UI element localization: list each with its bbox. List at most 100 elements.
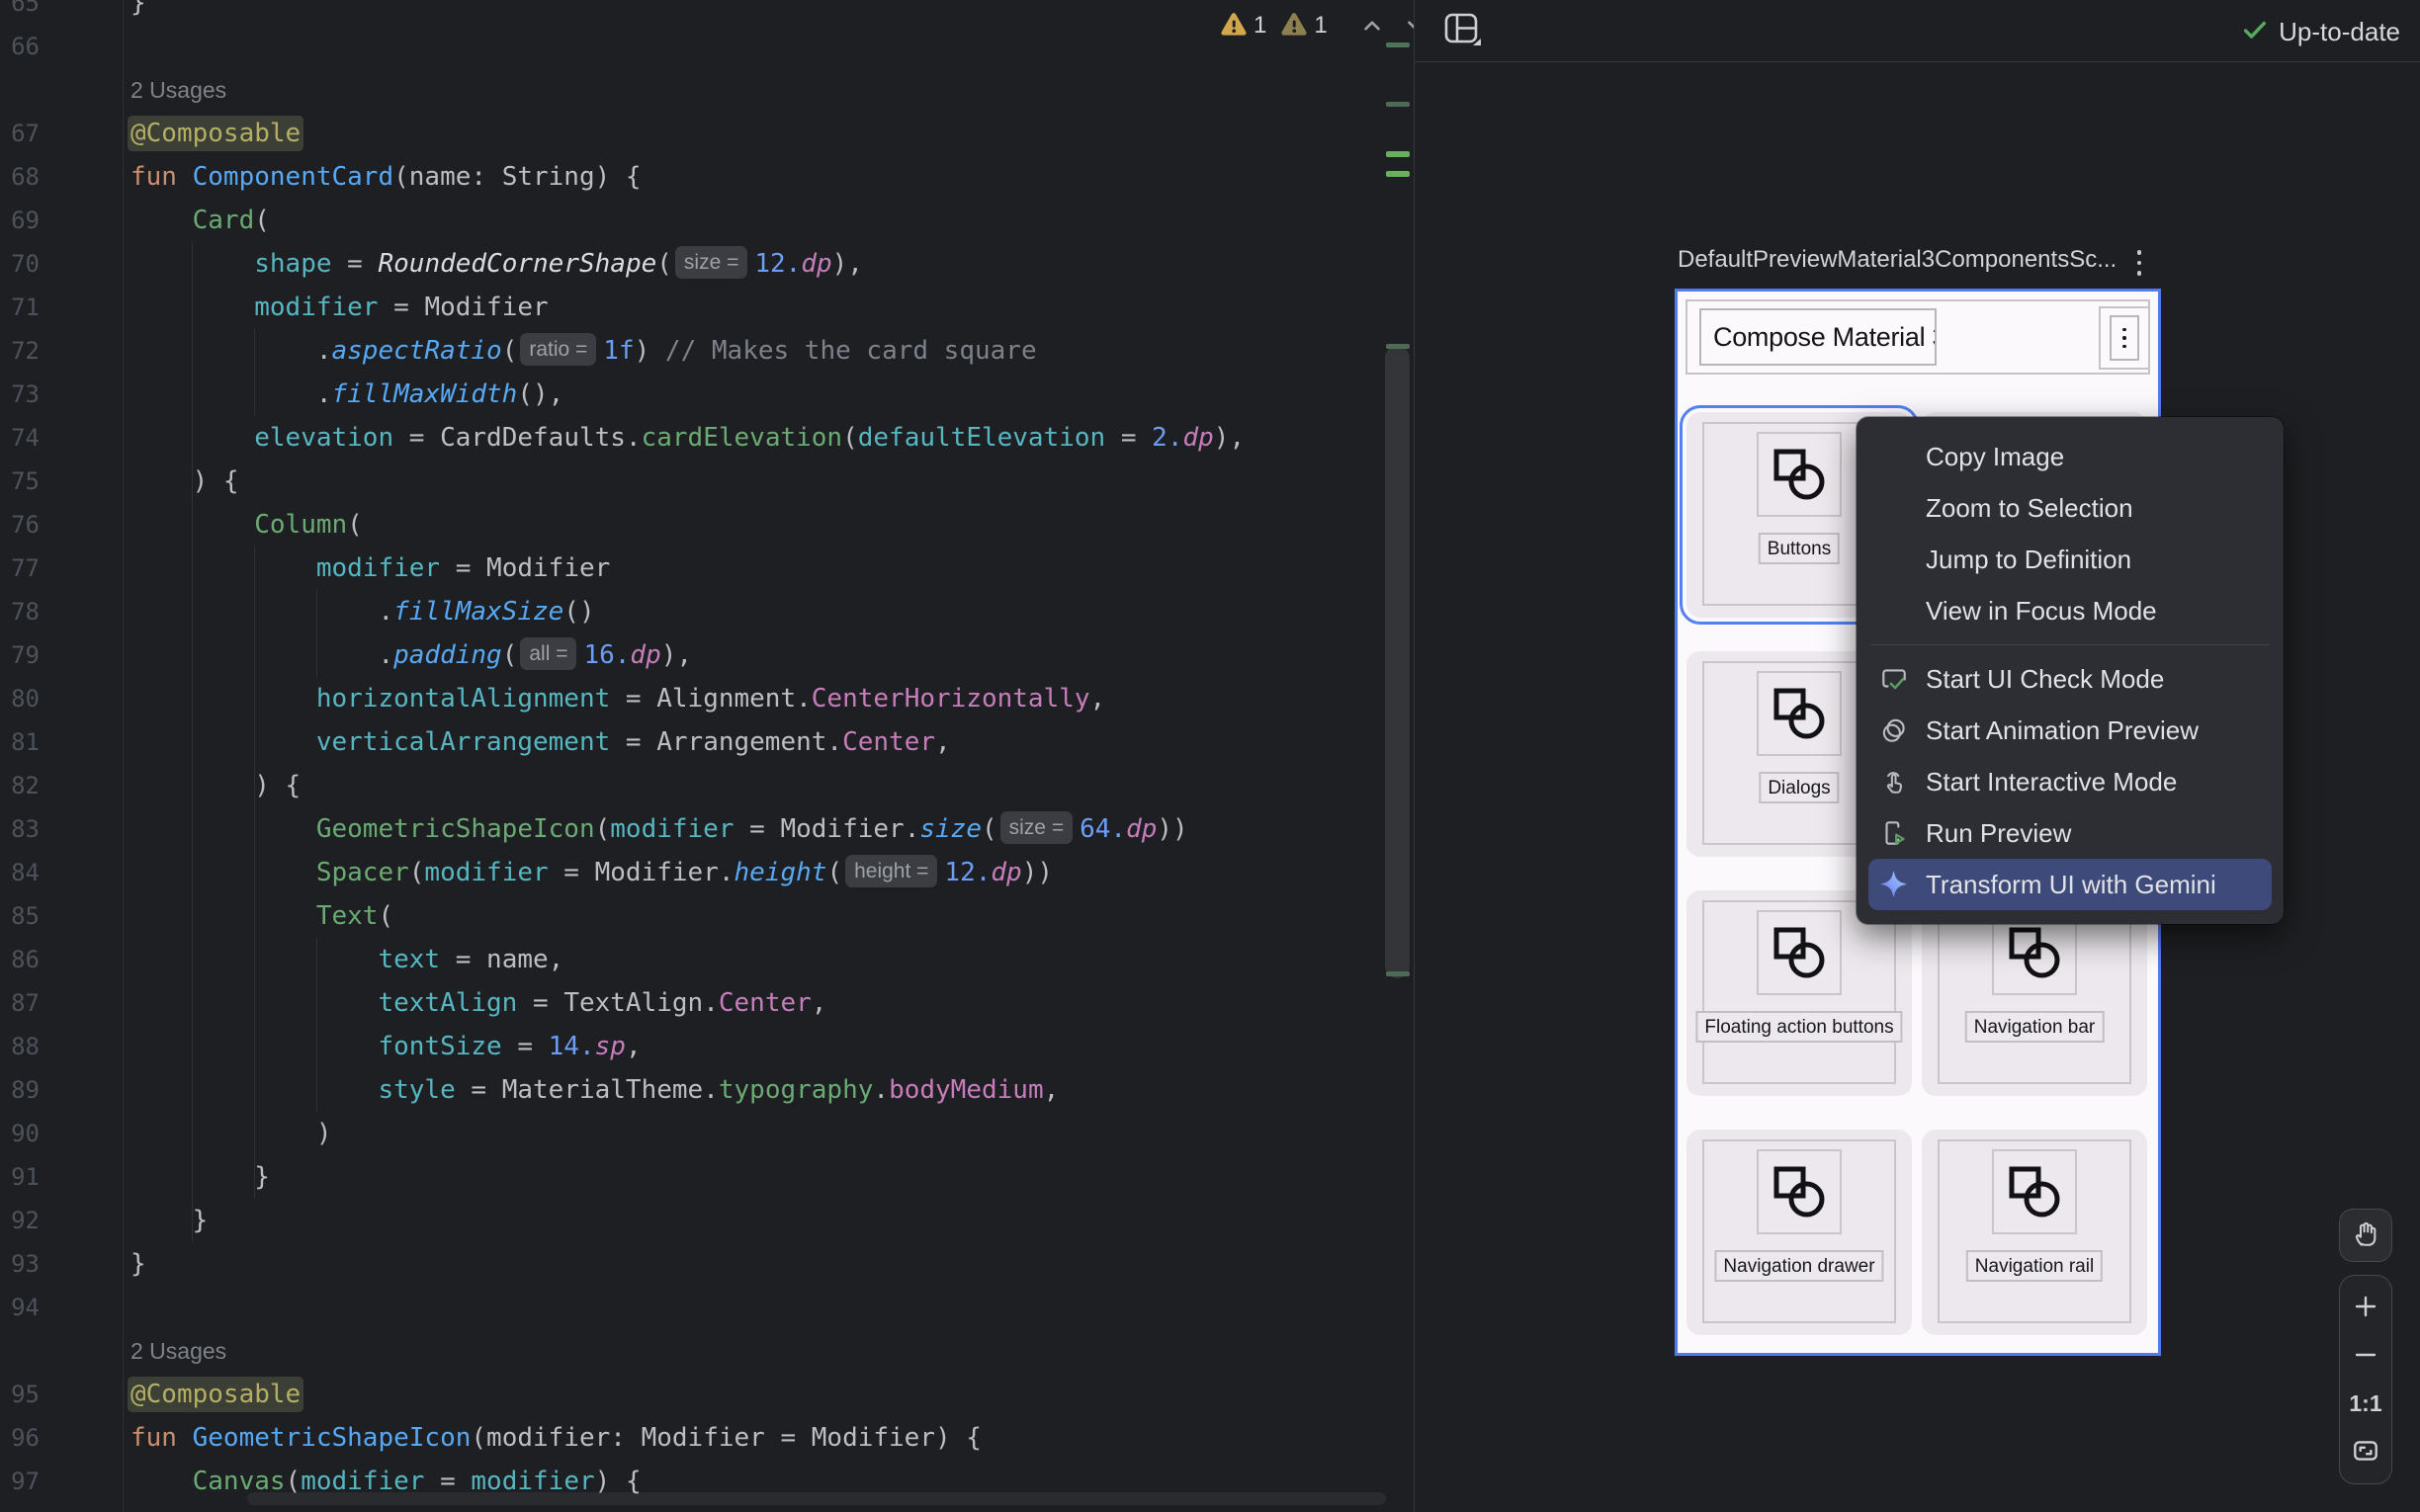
line-number[interactable]: 90 — [0, 1112, 40, 1155]
code-line[interactable]: 68fun ComponentCard(name: String) { — [0, 155, 1380, 199]
menu-item-jump-to-definition[interactable]: Jump to Definition — [1857, 534, 2284, 585]
code-text: fontSize = 14.sp, — [130, 1025, 642, 1068]
horizontal-scrollbar[interactable] — [247, 1492, 1386, 1505]
line-number[interactable]: 76 — [0, 503, 40, 546]
code-line[interactable]: 88 fontSize = 14.sp, — [0, 1025, 1380, 1068]
code-line[interactable]: 75 ) { — [0, 460, 1380, 503]
square-circle-shape-icon — [1757, 432, 1842, 517]
line-number[interactable]: 91 — [0, 1155, 40, 1199]
code-line[interactable]: 66 — [0, 25, 1380, 68]
line-number[interactable]: 73 — [0, 373, 40, 416]
code-line[interactable]: 73 .fillMaxWidth(), — [0, 373, 1380, 416]
menu-item-label: Run Preview — [1926, 818, 2071, 849]
code-line[interactable]: 69 Card( — [0, 199, 1380, 242]
code-line[interactable]: 78 .fillMaxSize() — [0, 590, 1380, 633]
line-number[interactable]: 67 — [0, 112, 40, 155]
menu-item-zoom-to-selection[interactable]: Zoom to Selection — [1857, 482, 2284, 534]
code-line[interactable]: 76 Column( — [0, 503, 1380, 546]
code-line[interactable]: 95@Composable — [0, 1373, 1380, 1416]
menu-item-start-interactive-mode[interactable]: Start Interactive Mode — [1857, 756, 2284, 807]
line-number[interactable]: 78 — [0, 590, 40, 633]
component-card-navigation-drawer[interactable]: Navigation drawer — [1686, 1130, 1912, 1335]
vertical-scrollbar-thumb[interactable] — [1385, 346, 1410, 978]
line-number[interactable]: 70 — [0, 242, 40, 286]
line-number[interactable]: 96 — [0, 1416, 40, 1460]
line-number[interactable]: 89 — [0, 1068, 40, 1112]
line-number[interactable]: 83 — [0, 807, 40, 851]
code-line[interactable]: 82 ) { — [0, 764, 1380, 807]
pan-tool-button[interactable] — [2339, 1209, 2392, 1262]
code-line[interactable]: 89 style = MaterialTheme.typography.body… — [0, 1068, 1380, 1112]
code-line[interactable]: 90 ) — [0, 1112, 1380, 1155]
menu-item-start-animation-preview[interactable]: Start Animation Preview — [1857, 705, 2284, 756]
warning-badge-weak[interactable]: 1 — [1280, 11, 1327, 42]
animation-icon — [1879, 715, 1909, 745]
line-number[interactable]: 75 — [0, 460, 40, 503]
preview-options-kebab-button[interactable] — [2124, 247, 2154, 279]
code-line[interactable]: 71 modifier = Modifier — [0, 286, 1380, 329]
code-line[interactable]: 96fun GeometricShapeIcon(modifier: Modif… — [0, 1416, 1380, 1460]
line-number[interactable]: 79 — [0, 633, 40, 677]
code-line[interactable]: 80 horizontalAlignment = Alignment.Cente… — [0, 677, 1380, 720]
line-number[interactable]: 92 — [0, 1199, 40, 1242]
line-number[interactable]: 81 — [0, 720, 40, 764]
line-number[interactable]: 69 — [0, 199, 40, 242]
line-number[interactable]: 82 — [0, 764, 40, 807]
line-number[interactable]: 87 — [0, 981, 40, 1025]
usages-hint[interactable]: 2 Usages — [130, 68, 226, 112]
code-line[interactable]: 67@Composable — [0, 112, 1380, 155]
zoom-actual-size-button[interactable]: 1:1 — [2346, 1385, 2385, 1424]
code-line[interactable]: 70 shape = RoundedCornerShape(size =12.d… — [0, 242, 1380, 286]
code-line[interactable]: 91 } — [0, 1155, 1380, 1199]
line-number[interactable]: 80 — [0, 677, 40, 720]
line-number[interactable]: 95 — [0, 1373, 40, 1416]
code-line[interactable]: 83 GeometricShapeIcon(modifier = Modifie… — [0, 807, 1380, 851]
component-card-navigation-rail[interactable]: Navigation rail — [1922, 1130, 2147, 1335]
menu-item-view-in-focus-mode[interactable]: View in Focus Mode — [1857, 585, 2284, 636]
interactive-icon — [1879, 767, 1909, 797]
line-number[interactable]: 68 — [0, 155, 40, 199]
warning-badge-strong[interactable]: 1 — [1220, 11, 1266, 42]
code-line[interactable]: 74 elevation = CardDefaults.cardElevatio… — [0, 416, 1380, 460]
code-line[interactable]: 65} — [0, 0, 1380, 25]
line-number[interactable]: 77 — [0, 546, 40, 590]
component-card-label: Dialogs — [1759, 772, 1839, 803]
previous-issue-button[interactable] — [1359, 13, 1385, 39]
code-line[interactable]: 84 Spacer(modifier = Modifier.height(hei… — [0, 851, 1380, 894]
next-issue-button[interactable] — [1403, 13, 1414, 39]
window-layout-icon — [1442, 11, 1482, 53]
line-number[interactable]: 74 — [0, 416, 40, 460]
layout-switcher-button[interactable] — [1440, 12, 1484, 51]
code-editor[interactable]: 65}662 Usages67@Composable68fun Componen… — [0, 0, 1414, 1512]
menu-item-label: Start UI Check Mode — [1926, 664, 2164, 695]
line-number[interactable]: 88 — [0, 1025, 40, 1068]
code-line[interactable]: 93} — [0, 1242, 1380, 1286]
line-number[interactable]: 66 — [0, 25, 40, 68]
line-number[interactable]: 93 — [0, 1242, 40, 1286]
zoom-out-button[interactable] — [2346, 1335, 2385, 1375]
line-number[interactable]: 86 — [0, 938, 40, 981]
menu-item-start-ui-check-mode[interactable]: Start UI Check Mode — [1857, 653, 2284, 705]
code-line[interactable]: 85 Text( — [0, 894, 1380, 938]
usages-hint[interactable]: 2 Usages — [130, 1329, 226, 1373]
code-line[interactable]: 77 modifier = Modifier — [0, 546, 1380, 590]
zoom-in-button[interactable] — [2346, 1287, 2385, 1326]
code-line[interactable]: 87 textAlign = TextAlign.Center, — [0, 981, 1380, 1025]
line-number[interactable]: 85 — [0, 894, 40, 938]
menu-item-copy-image[interactable]: Copy Image — [1857, 431, 2284, 482]
line-number[interactable]: 72 — [0, 329, 40, 373]
code-line[interactable]: 92 } — [0, 1199, 1380, 1242]
menu-item-run-preview[interactable]: Run Preview — [1857, 807, 2284, 859]
line-number[interactable]: 71 — [0, 286, 40, 329]
line-number[interactable]: 84 — [0, 851, 40, 894]
zoom-to-fit-button[interactable] — [2346, 1433, 2385, 1472]
menu-item-transform-ui-with-gemini[interactable]: Transform UI with Gemini — [1868, 859, 2272, 910]
line-number[interactable]: 97 — [0, 1460, 40, 1503]
code-line[interactable]: 86 text = name, — [0, 938, 1380, 981]
code-line[interactable]: 72 .aspectRatio(ratio =1f) // Makes the … — [0, 329, 1380, 373]
code-line[interactable]: 79 .padding(all =16.dp), — [0, 633, 1380, 677]
code-line[interactable]: 94 — [0, 1286, 1380, 1329]
code-line[interactable]: 81 verticalArrangement = Arrangement.Cen… — [0, 720, 1380, 764]
line-number[interactable]: 94 — [0, 1286, 40, 1329]
line-number[interactable]: 65 — [0, 0, 40, 25]
